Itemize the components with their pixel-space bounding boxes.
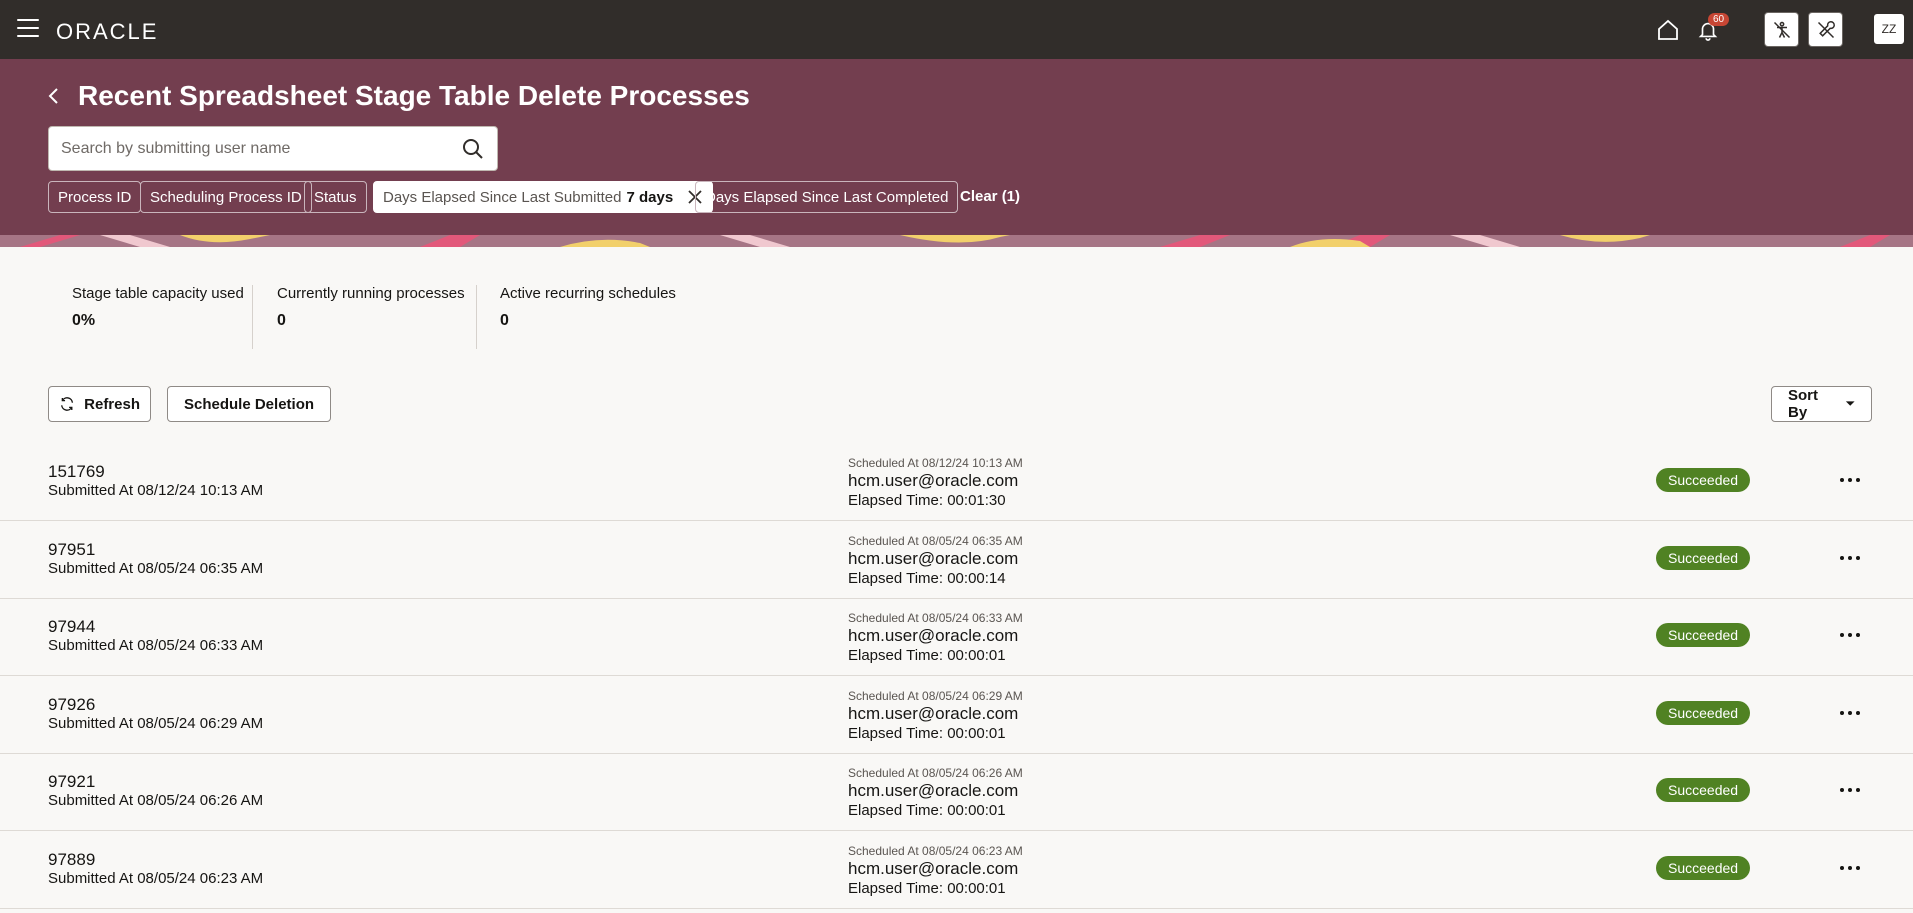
tools-off-icon[interactable] — [1808, 12, 1843, 47]
page-title: Recent Spreadsheet Stage Table Delete Pr… — [78, 80, 750, 111]
schedule-deletion-button[interactable]: Schedule Deletion — [167, 386, 332, 422]
status-badge: Succeeded — [1656, 778, 1751, 802]
scheduled-at: Scheduled At 08/05/24 06:33 AM — [848, 611, 1023, 625]
submitted-at: Submitted At 08/12/24 10:13 AM — [48, 482, 264, 499]
refresh-label: Refresh — [84, 395, 140, 413]
scheduled-at: Scheduled At 08/05/24 06:29 AM — [848, 689, 1023, 703]
submitted-at: Submitted At 08/05/24 06:35 AM — [48, 560, 264, 577]
elapsed-time: Elapsed Time: 00:01:30 — [848, 492, 1006, 509]
submitted-at: Submitted At 08/05/24 06:26 AM — [48, 792, 264, 809]
elapsed-time: Elapsed Time: 00:00:01 — [848, 802, 1006, 819]
metric-schedules: Active recurring schedules 0 — [500, 285, 676, 330]
status-badge: Succeeded — [1656, 623, 1751, 647]
metric-label: Currently running processes — [277, 285, 465, 302]
metric-label: Stage table capacity used — [72, 285, 244, 302]
filter-chip-status[interactable]: Status — [304, 181, 367, 213]
process-id: 97944 — [48, 617, 96, 636]
list-item[interactable]: 97926 Submitted At 08/05/24 06:29 AM Sch… — [0, 677, 1913, 754]
filter-chip-days-elapsed-completed[interactable]: Days Elapsed Since Last Completed — [695, 181, 959, 213]
search-input[interactable] — [61, 138, 441, 160]
metric-value: 0% — [72, 312, 96, 329]
metric-divider — [476, 285, 477, 349]
process-id: 97889 — [48, 850, 96, 869]
more-actions-icon[interactable] — [1834, 701, 1866, 725]
elapsed-time: Elapsed Time: 00:00:01 — [848, 647, 1006, 664]
submitting-user: hcm.user@oracle.com — [848, 704, 1019, 723]
process-id: 151769 — [48, 462, 105, 481]
elapsed-time: Elapsed Time: 00:00:14 — [848, 570, 1006, 587]
filter-chip-value: 7 days — [626, 188, 674, 206]
decorative-pattern-strip — [0, 235, 1913, 247]
scheduled-at: Scheduled At 08/05/24 06:23 AM — [848, 844, 1023, 858]
status-badge: Succeeded — [1656, 856, 1751, 880]
refresh-icon — [61, 397, 74, 411]
sort-by-button[interactable]: Sort By — [1771, 386, 1872, 422]
submitting-user: hcm.user@oracle.com — [848, 781, 1019, 800]
scheduled-at: Scheduled At 08/05/24 06:35 AM — [848, 534, 1023, 548]
filter-chip-process-id[interactable]: Process ID — [48, 181, 142, 213]
elapsed-time: Elapsed Time: 00:00:01 — [848, 725, 1006, 742]
metric-value: 0 — [277, 312, 286, 329]
scheduled-at: Scheduled At 08/12/24 10:13 AM — [848, 456, 1023, 470]
submitted-at: Submitted At 08/05/24 06:29 AM — [48, 715, 264, 732]
status-badge: Succeeded — [1656, 468, 1751, 492]
home-icon[interactable] — [1652, 14, 1684, 46]
submitting-user: hcm.user@oracle.com — [848, 471, 1019, 490]
status-badge: Succeeded — [1656, 546, 1751, 570]
clear-filters-link[interactable]: Clear (1) — [960, 188, 1020, 205]
submitted-at: Submitted At 08/05/24 06:23 AM — [48, 870, 264, 887]
list-item[interactable]: 97889 Submitted At 08/05/24 06:23 AM Sch… — [0, 832, 1913, 909]
navigator-menu-icon[interactable] — [17, 19, 39, 37]
sort-by-label: Sort By — [1788, 387, 1818, 421]
metric-running: Currently running processes 0 — [277, 285, 465, 330]
filter-chip-scheduling-process-id[interactable]: Scheduling Process ID — [140, 181, 312, 213]
metric-value: 0 — [500, 312, 509, 329]
scheduled-at: Scheduled At 08/05/24 06:26 AM — [848, 766, 1023, 780]
oracle-logo: ORACLE — [56, 19, 159, 44]
filter-chip-days-elapsed-submitted[interactable]: Days Elapsed Since Last Submitted 7 days — [373, 181, 714, 213]
search-icon[interactable] — [461, 137, 485, 161]
metric-label: Active recurring schedules — [500, 285, 676, 302]
accessibility-off-icon[interactable] — [1764, 12, 1799, 47]
submitting-user: hcm.user@oracle.com — [848, 549, 1019, 568]
more-actions-icon[interactable] — [1834, 546, 1866, 570]
notification-count-badge: 60 — [1708, 13, 1730, 26]
more-actions-icon[interactable] — [1834, 468, 1866, 492]
caret-down-icon — [1845, 401, 1855, 406]
back-icon[interactable] — [44, 86, 64, 106]
list-item[interactable]: 97921 Submitted At 08/05/24 06:26 AM Sch… — [0, 754, 1913, 831]
list-item[interactable]: 151769 Submitted At 08/12/24 10:13 AM Sc… — [0, 444, 1913, 521]
more-actions-icon[interactable] — [1834, 778, 1866, 802]
submitting-user: hcm.user@oracle.com — [848, 626, 1019, 645]
global-header: ORACLE 60 ZZ — [0, 0, 1913, 59]
refresh-button[interactable]: Refresh — [48, 386, 151, 422]
submitting-user: hcm.user@oracle.com — [848, 859, 1019, 878]
metric-divider — [252, 285, 253, 349]
metric-capacity: Stage table capacity used 0% — [72, 285, 244, 330]
elapsed-time: Elapsed Time: 00:00:01 — [848, 880, 1006, 897]
list-item[interactable]: 97951 Submitted At 08/05/24 06:35 AM Sch… — [0, 522, 1913, 599]
more-actions-icon[interactable] — [1834, 623, 1866, 647]
filter-chip-label: Days Elapsed Since Last Submitted — [383, 188, 622, 206]
process-id: 97951 — [48, 540, 96, 559]
list-item[interactable]: 97944 Submitted At 08/05/24 06:33 AM Sch… — [0, 599, 1913, 676]
more-actions-icon[interactable] — [1834, 856, 1866, 880]
process-id: 97921 — [48, 772, 96, 791]
submitted-at: Submitted At 08/05/24 06:33 AM — [48, 637, 264, 654]
process-id: 97926 — [48, 695, 96, 714]
search-box — [48, 126, 498, 171]
user-avatar[interactable]: ZZ — [1874, 14, 1904, 44]
status-badge: Succeeded — [1656, 701, 1751, 725]
